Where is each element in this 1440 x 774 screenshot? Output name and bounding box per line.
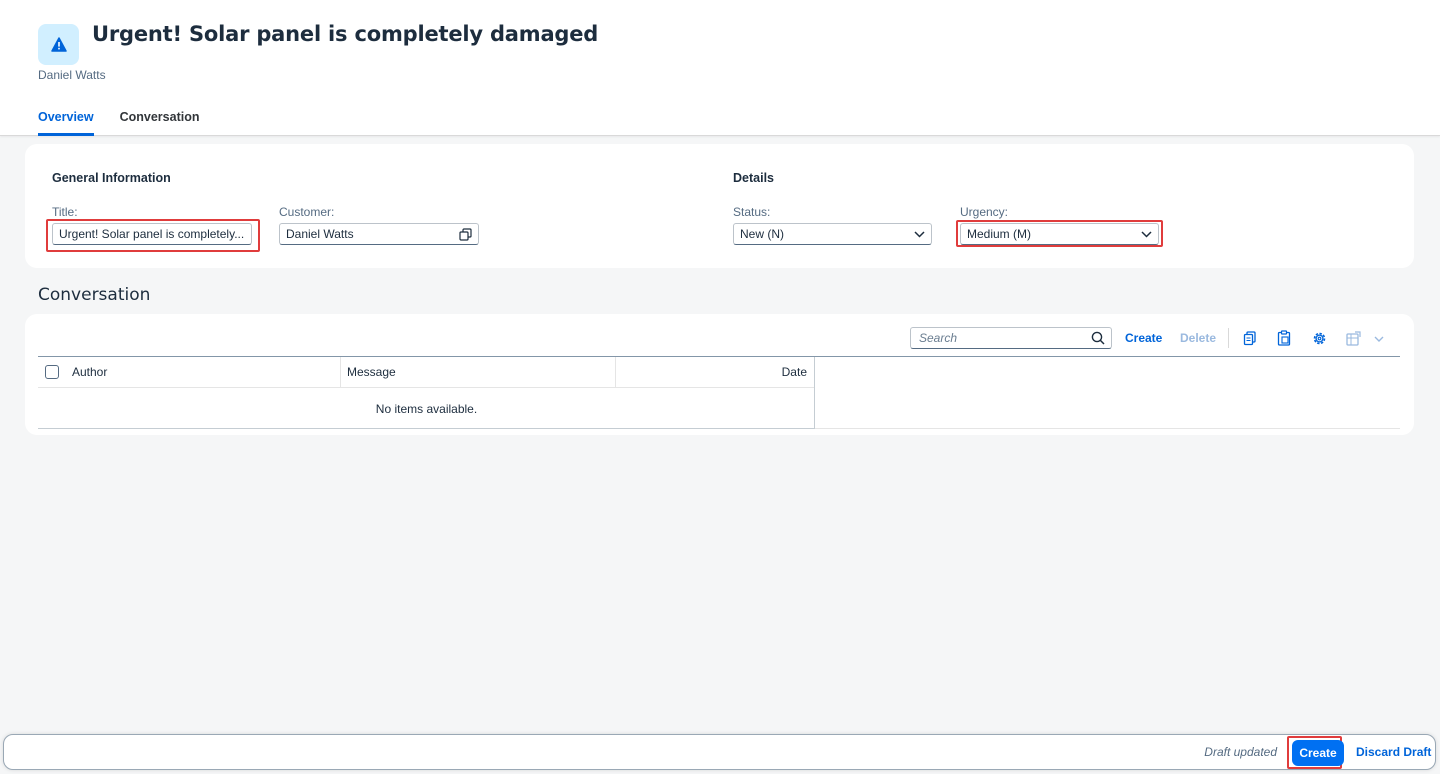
tab-conversation[interactable]: Conversation [120,110,200,136]
page-subtitle: Daniel Watts [38,68,106,82]
status-select-value: New (N) [740,227,784,241]
delete-entry-button[interactable]: Delete [1180,331,1216,345]
conversation-section-title: Conversation [38,285,151,305]
alert-icon [50,37,67,52]
column-header-date[interactable]: Date [625,365,807,379]
tab-bar: Overview Conversation [38,110,199,136]
create-entry-button[interactable]: Create [1125,331,1162,345]
customer-label: Customer: [279,205,335,219]
column-separator [340,357,341,388]
status-label: Status: [733,205,771,219]
object-page-header: Urgent! Solar panel is completely damage… [0,0,1440,136]
table-vertical-divider [814,357,815,429]
search-placeholder: Search [919,331,958,345]
search-input[interactable]: Search [910,327,1112,349]
title-input-value: Urgent! Solar panel is completely... [59,227,245,241]
table-bottom-border [815,428,1400,429]
select-all-checkbox[interactable] [45,365,59,379]
urgency-select-value: Medium (M) [967,227,1032,241]
chevron-down-icon [914,230,925,238]
status-select[interactable]: New (N) [733,223,932,245]
settings-gear-icon[interactable] [1311,330,1327,346]
copy-rows-icon[interactable] [1242,330,1258,346]
title-input[interactable]: Urgent! Solar panel is completely... [52,223,252,245]
create-button[interactable]: Create [1292,740,1344,766]
customer-input-value: Daniel Watts [286,227,354,241]
table-bottom-border [38,428,815,429]
avatar [38,24,79,65]
column-header-message[interactable]: Message [347,365,396,379]
toolbar-separator [1228,328,1229,348]
chevron-down-icon[interactable] [1371,331,1387,347]
title-label: Title: [52,205,78,219]
general-info-card: General Information Title: Urgent! Solar… [25,144,1414,268]
urgency-label: Urgency: [960,205,1009,219]
urgency-select[interactable]: Medium (M) [960,223,1159,245]
column-separator [615,357,616,388]
column-header-author[interactable]: Author [72,365,107,379]
footer-toolbar: Draft updated Create Discard Draft [3,734,1436,770]
details-title: Details [733,171,774,185]
tab-overview[interactable]: Overview [38,110,94,136]
empty-table-message: No items available. [375,402,478,416]
general-info-title: General Information [52,171,171,185]
page-title: Urgent! Solar panel is completely damage… [92,22,599,46]
export-icon[interactable] [1345,330,1361,346]
customer-input[interactable]: Daniel Watts [279,223,479,245]
discard-draft-button[interactable]: Discard Draft [1356,745,1431,759]
search-icon[interactable] [1091,331,1105,345]
conversation-card: Search Create Delete Author Message Date… [25,314,1414,435]
draft-status-text: Draft updated [1204,745,1277,759]
copy-icon[interactable] [459,227,472,241]
paste-icon[interactable] [1276,330,1292,346]
chevron-down-icon [1141,230,1152,238]
